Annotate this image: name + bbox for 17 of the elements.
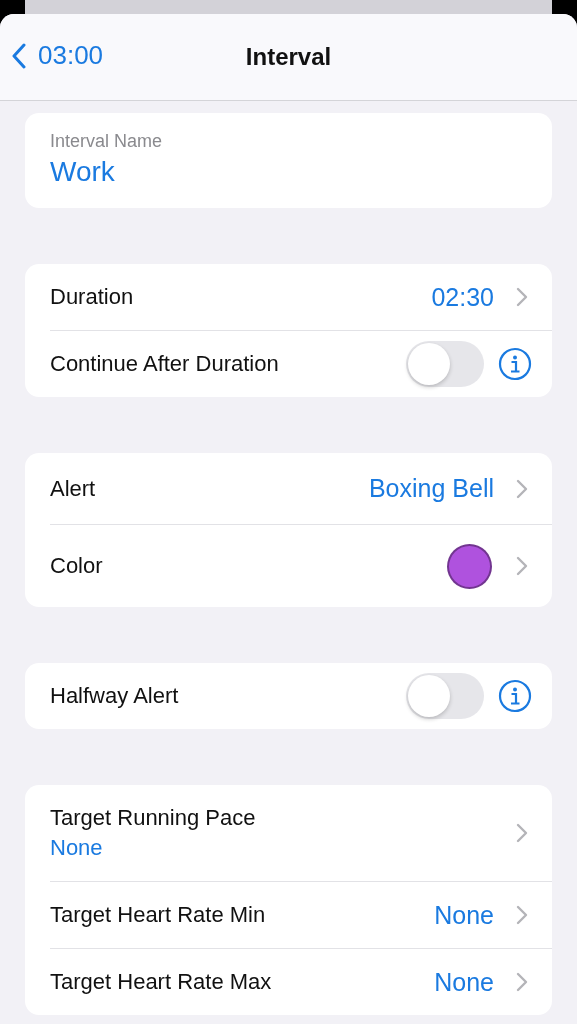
row-label: Continue After Duration [50, 351, 279, 377]
row-value[interactable]: Boxing Bell [368, 474, 494, 503]
row-value[interactable]: 02:30 [431, 282, 494, 312]
screen-title: Interval [245, 43, 332, 71]
row-value[interactable]: None [434, 967, 494, 997]
back-button[interactable]: 03:00 [12, 40, 104, 71]
row-label: Target Running Pace [50, 805, 256, 831]
field-label: Interval Name [50, 131, 164, 152]
row-label: Target Heart Rate Min [50, 902, 266, 928]
row-label: Color [50, 553, 103, 579]
row-value[interactable]: None [50, 835, 256, 861]
row-label: Alert [50, 475, 96, 502]
row-label: Duration [50, 284, 134, 310]
row-value[interactable]: None [434, 900, 494, 930]
name-field[interactable]: Work [50, 156, 250, 188]
row-label: Target Heart Rate Max [50, 969, 272, 995]
row-label: Halfway Alert [50, 683, 179, 709]
